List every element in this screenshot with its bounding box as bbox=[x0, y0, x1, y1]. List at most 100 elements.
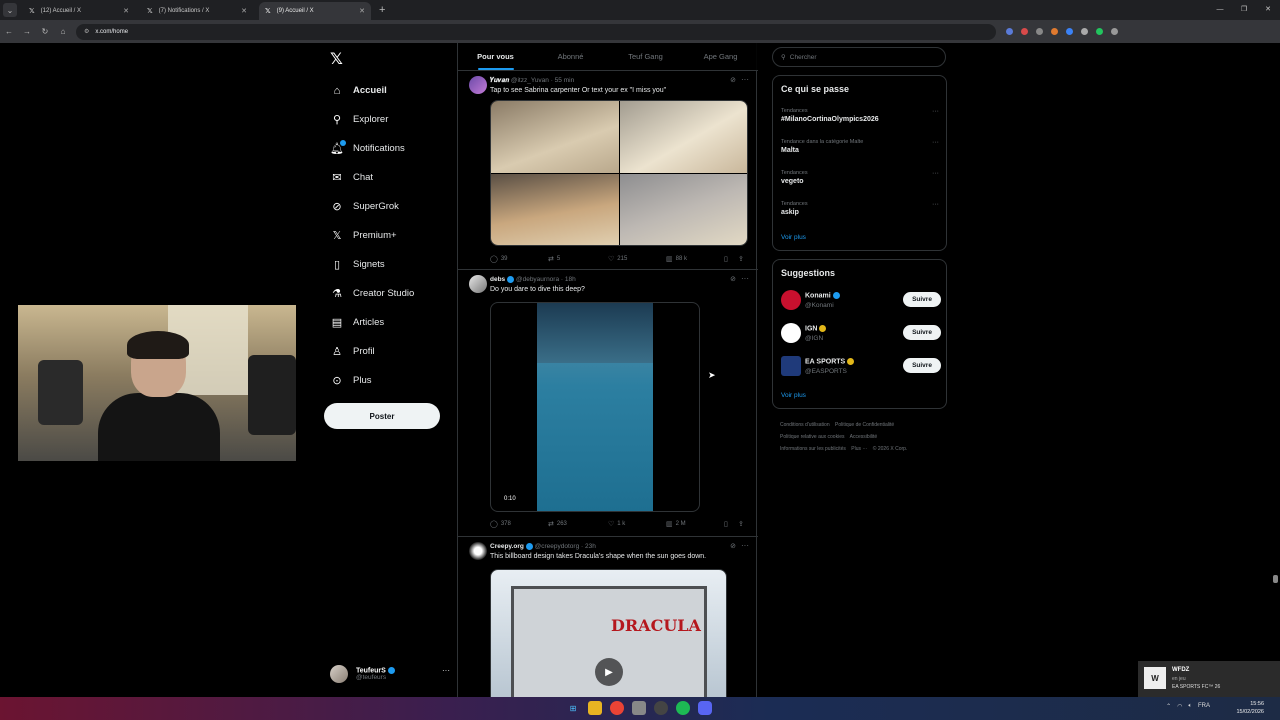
post-button[interactable]: Poster bbox=[324, 403, 440, 429]
post-item[interactable]: debs @debyaurnora · 18h ⊘ ··· Do you dar… bbox=[458, 271, 758, 537]
trend-more-icon[interactable]: ··· bbox=[932, 170, 939, 177]
post-item[interactable]: 𝒀𝒖𝒗𝒂𝒏 @itzz_Yuvan · 55 min ⊘ ··· Tap to … bbox=[458, 72, 758, 270]
avatar[interactable] bbox=[781, 290, 801, 310]
game-notification-toast[interactable]: W WFDZ en jeu EA SPORTS FC™ 26 bbox=[1138, 661, 1280, 697]
reply-button[interactable]: ◯ 39 bbox=[490, 255, 548, 263]
home-button-icon[interactable]: ⌂ bbox=[54, 27, 72, 36]
share-button[interactable]: ⇪ bbox=[738, 520, 747, 528]
repost-button[interactable]: ⇄ 263 bbox=[548, 520, 608, 528]
post-author[interactable]: Creepy.org bbox=[490, 543, 524, 550]
nav-item-accueil[interactable]: ⌂ Accueil bbox=[330, 76, 414, 105]
account-switcher[interactable]: TeufeurS @teufeurs ··· bbox=[330, 662, 450, 686]
extension-icon[interactable] bbox=[1006, 28, 1013, 35]
like-button[interactable]: ♡ 215 bbox=[608, 255, 666, 263]
chrome-icon[interactable] bbox=[610, 701, 624, 715]
grok-icon[interactable]: ⊘ bbox=[730, 275, 736, 283]
extension-icon[interactable] bbox=[1066, 28, 1073, 35]
trend-item[interactable]: Tendances vegeto ··· bbox=[781, 170, 939, 185]
avatar[interactable] bbox=[781, 356, 801, 376]
system-clock[interactable]: 15:56 15/02/2026 bbox=[1236, 700, 1264, 716]
file-explorer-icon[interactable] bbox=[588, 701, 602, 715]
page-scrollbar-thumb[interactable] bbox=[1273, 575, 1278, 583]
extension-icon[interactable] bbox=[1081, 28, 1088, 35]
post-video[interactable]: DRACULA ▶ bbox=[490, 569, 727, 697]
like-button[interactable]: ♡ 1 k bbox=[608, 520, 666, 528]
tab-close-icon[interactable]: ✕ bbox=[241, 7, 247, 15]
footer-link[interactable]: Plus ··· bbox=[851, 446, 867, 452]
trend-item[interactable]: Tendance dans la catégorie Malte Malta ·… bbox=[781, 139, 939, 154]
more-options-icon[interactable]: ··· bbox=[442, 666, 450, 675]
extension-icon[interactable] bbox=[1021, 28, 1028, 35]
play-icon[interactable]: ▶ bbox=[595, 658, 623, 686]
reload-icon[interactable]: ↻ bbox=[36, 27, 54, 36]
trend-more-icon[interactable]: ··· bbox=[932, 108, 939, 115]
language-indicator[interactable]: FRA bbox=[1198, 703, 1210, 710]
maximize-icon[interactable]: ❐ bbox=[1232, 0, 1256, 20]
discord-icon[interactable] bbox=[698, 701, 712, 715]
nav-item-explorer[interactable]: ⚲ Explorer bbox=[330, 105, 414, 134]
footer-link[interactable]: Politique relative aux cookies bbox=[780, 434, 844, 440]
tab-teuf-gang[interactable]: Teuf Gang bbox=[608, 43, 683, 70]
post-avatar[interactable] bbox=[469, 76, 487, 94]
site-info-icon[interactable]: ⚙ bbox=[84, 28, 89, 35]
avatar[interactable] bbox=[781, 323, 801, 343]
nav-item-supergrok[interactable]: ⊘ SuperGrok bbox=[330, 192, 414, 221]
browser-tab[interactable]: 𝕏 (7) Notifications / X ✕ bbox=[141, 2, 253, 20]
grok-icon[interactable]: ⊘ bbox=[730, 542, 736, 550]
follow-button[interactable]: Suivre bbox=[903, 358, 941, 373]
taskbar-app-icon[interactable] bbox=[654, 701, 668, 715]
footer-link[interactable]: Politique de Confidentialité bbox=[835, 422, 894, 428]
post-more-icon[interactable]: ··· bbox=[741, 541, 749, 550]
bookmark-button[interactable]: ▯ bbox=[724, 520, 738, 528]
tab-close-icon[interactable]: ✕ bbox=[359, 7, 365, 15]
tab-pour-vous[interactable]: Pour vous bbox=[458, 43, 533, 70]
post-avatar[interactable] bbox=[469, 275, 487, 293]
post-item[interactable]: Creepy.org @creepydotorg · 23h ⊘ ··· Thi… bbox=[458, 538, 758, 697]
x-logo-icon[interactable]: 𝕏 bbox=[330, 49, 343, 69]
post-more-icon[interactable]: ··· bbox=[741, 274, 749, 283]
post-author[interactable]: debs bbox=[490, 276, 505, 283]
follow-button[interactable]: Suivre bbox=[903, 292, 941, 307]
post-author[interactable]: 𝒀𝒖𝒗𝒂𝒏 bbox=[490, 77, 509, 84]
extension-icon[interactable] bbox=[1051, 28, 1058, 35]
windows-start-icon[interactable]: ⊞ bbox=[566, 701, 580, 715]
extension-icon[interactable] bbox=[1096, 28, 1103, 35]
profile-avatar-icon[interactable] bbox=[1111, 28, 1118, 35]
browser-tab[interactable]: 𝕏 (12) Accueil / X ✕ bbox=[23, 2, 135, 20]
footer-link[interactable]: Conditions d'utilisation bbox=[780, 422, 830, 428]
new-tab-button[interactable]: + bbox=[379, 4, 385, 16]
views-button[interactable]: ▥ 2 M bbox=[666, 520, 724, 528]
post-avatar[interactable] bbox=[469, 542, 487, 560]
back-icon[interactable]: ← bbox=[0, 27, 18, 36]
address-bar[interactable]: ⚙ x.com/home bbox=[76, 23, 996, 40]
search-input[interactable]: ⚲ Chercher bbox=[772, 47, 946, 67]
trend-more-icon[interactable]: ··· bbox=[932, 201, 939, 208]
post-image[interactable] bbox=[619, 173, 747, 245]
views-button[interactable]: ▥ 88 k bbox=[666, 255, 724, 263]
extension-icon[interactable] bbox=[1036, 28, 1043, 35]
share-button[interactable]: ⇪ bbox=[738, 255, 747, 263]
post-image-grid[interactable] bbox=[490, 100, 748, 246]
nav-item-notifications[interactable]: 🔔︎ Notifications bbox=[330, 134, 414, 163]
voir-plus-link[interactable]: Voir plus bbox=[781, 234, 806, 241]
trend-item[interactable]: Tendances askip ··· bbox=[781, 201, 939, 216]
tray-chevron-icon[interactable]: ⌃ bbox=[1166, 703, 1171, 710]
footer-link[interactable]: Informations sur les publicités bbox=[780, 446, 846, 452]
trend-more-icon[interactable]: ··· bbox=[932, 139, 939, 146]
tab-search-button[interactable]: ⌄ bbox=[3, 3, 17, 17]
bookmark-button[interactable]: ▯ bbox=[724, 255, 738, 263]
voir-plus-link[interactable]: Voir plus bbox=[781, 392, 806, 399]
post-video[interactable]: 0:10 bbox=[490, 302, 700, 512]
suggestion-item[interactable]: Konami @Konami Suivre bbox=[781, 290, 941, 312]
forward-icon[interactable]: → bbox=[18, 27, 36, 36]
post-more-icon[interactable]: ··· bbox=[741, 75, 749, 84]
nav-item-profil[interactable]: ♙ Profil bbox=[330, 337, 414, 366]
volume-icon[interactable]: 🔈︎ bbox=[1188, 703, 1192, 710]
spotify-icon[interactable] bbox=[676, 701, 690, 715]
suggestion-item[interactable]: EA SPORTS @EASPORTS Suivre bbox=[781, 356, 941, 378]
minimize-icon[interactable]: — bbox=[1208, 0, 1232, 20]
trend-item[interactable]: Tendances #MilanoCortinaOlympics2026 ··· bbox=[781, 108, 939, 123]
nav-item-premium[interactable]: 𝕏 Premium+ bbox=[330, 221, 414, 250]
follow-button[interactable]: Suivre bbox=[903, 325, 941, 340]
post-image[interactable] bbox=[491, 101, 619, 173]
